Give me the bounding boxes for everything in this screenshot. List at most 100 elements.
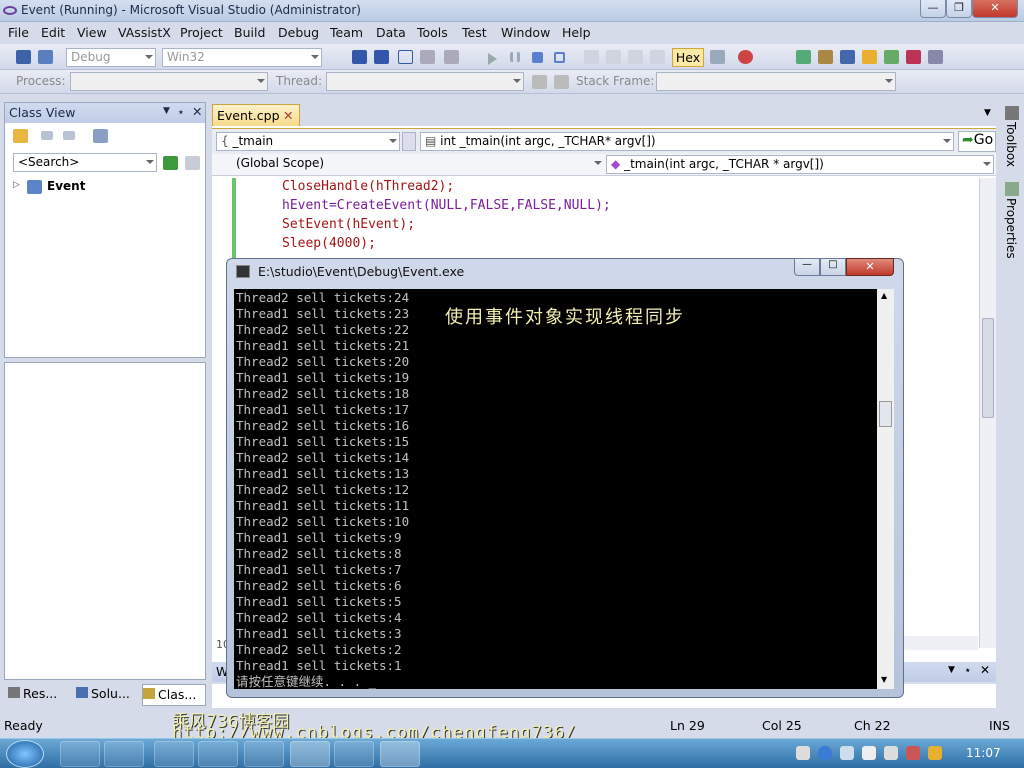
registers-icon[interactable] [840, 50, 855, 64]
console-scroll-thumb[interactable] [879, 401, 892, 427]
scroll-down-icon[interactable]: ▼ [881, 675, 887, 684]
tab-event-cpp[interactable]: Event.cpp ✕ [212, 104, 300, 126]
taskbar-app-msdn[interactable] [244, 741, 284, 767]
modules-icon[interactable] [818, 50, 833, 64]
continue-icon[interactable] [488, 53, 497, 65]
tree-root-event[interactable]: Event [47, 179, 85, 193]
tray-show-hidden-icon[interactable] [862, 746, 876, 760]
restore-button[interactable]: ❐ [946, 0, 972, 18]
tab-resource-view[interactable]: Res... [8, 686, 72, 706]
disassembly-icon[interactable] [884, 50, 899, 64]
menu-build[interactable]: Build [234, 25, 265, 40]
comment-icon[interactable] [398, 50, 413, 64]
menu-test[interactable]: Test [462, 25, 487, 40]
volume-icon[interactable] [884, 746, 898, 760]
console-close-button[interactable]: ✕ [846, 258, 894, 276]
watch-icon[interactable] [710, 50, 725, 64]
menu-window[interactable]: Window [501, 25, 550, 40]
editor-scroll-thumb[interactable] [982, 318, 994, 418]
code-line-1[interactable]: CloseHandle(hThread2); [282, 179, 454, 194]
pin-icon[interactable]: ⋆ [177, 104, 185, 119]
clear-search-icon[interactable] [185, 156, 200, 170]
scope-combo[interactable]: { _tmain [216, 132, 400, 151]
code-line-2[interactable]: hEvent=CreateEvent(NULL,FALSE,FALSE,NULL… [282, 198, 611, 213]
menu-vassistx[interactable]: VAssistX [118, 25, 171, 40]
restart-icon[interactable] [554, 52, 565, 63]
align-icon[interactable] [352, 50, 367, 64]
menu-help[interactable]: Help [562, 25, 591, 40]
step-over-icon[interactable] [606, 50, 621, 64]
save-icon[interactable] [16, 50, 31, 64]
hex-toggle-button[interactable]: Hex [672, 48, 704, 67]
console-minimize-button[interactable]: — [794, 258, 820, 276]
editor-scrollbar[interactable] [979, 178, 996, 648]
member-combo[interactable]: ◆ _tmain(int argc, _TCHAR * argv[]) [606, 155, 994, 174]
security-icon[interactable] [906, 746, 920, 760]
minimize-button[interactable]: — [920, 0, 946, 18]
breakpoints-icon[interactable] [738, 50, 753, 64]
menu-project[interactable]: Project [180, 25, 223, 40]
bookmark-icon[interactable] [420, 50, 435, 64]
options-icon[interactable] [928, 50, 943, 64]
step-into-icon[interactable] [584, 50, 599, 64]
menu-file[interactable]: File [8, 25, 29, 40]
taskbar-app-explorer[interactable] [334, 741, 374, 767]
scroll-up-icon[interactable]: ▲ [881, 291, 887, 300]
scope-splitter[interactable] [402, 132, 416, 151]
process-combo[interactable] [70, 72, 268, 91]
search-input[interactable]: <Search> [13, 153, 157, 172]
spellcheck-icon[interactable] [906, 50, 921, 64]
flag-all-icon[interactable] [554, 75, 569, 89]
threads-icon[interactable] [796, 50, 811, 64]
menu-tools[interactable]: Tools [417, 25, 448, 40]
properties-tab[interactable]: Properties [1004, 198, 1018, 259]
menu-team[interactable]: Team [330, 25, 363, 40]
console-scrollbar[interactable]: ▲ ▼ [877, 289, 894, 689]
taskbar-app-ie[interactable] [104, 741, 144, 767]
function-combo[interactable]: ▤ int _tmain(int argc, _TCHAR* argv[]) [420, 132, 954, 151]
clock[interactable]: 11:07 [966, 746, 1001, 760]
go-button[interactable]: ➦Go [958, 131, 996, 152]
forward-icon[interactable] [63, 131, 75, 140]
start-button[interactable] [6, 740, 44, 768]
help-icon[interactable] [818, 746, 832, 760]
bookmark-next-icon[interactable] [444, 50, 459, 64]
output-dropdown-icon[interactable]: ▼ [948, 665, 955, 675]
save-all-icon[interactable] [38, 50, 53, 64]
show-next-statement-icon[interactable] [650, 50, 665, 64]
close-button[interactable]: ✕ [972, 0, 1018, 18]
menu-data[interactable]: Data [376, 25, 406, 40]
back-icon[interactable] [41, 131, 53, 140]
platform-combo[interactable]: Win32 [162, 48, 322, 67]
taskbar-app-visual-studio[interactable] [290, 741, 330, 767]
keyboard-icon[interactable] [796, 746, 810, 760]
output-close-icon[interactable]: ✕ [980, 663, 990, 677]
editor-hscrollbar[interactable] [900, 636, 978, 650]
step-out-icon[interactable] [628, 50, 643, 64]
toolbox-tab[interactable]: Toolbox [1004, 122, 1018, 167]
global-scope-combo[interactable]: (Global Scope) [216, 155, 604, 174]
menu-debug[interactable]: Debug [278, 25, 319, 40]
expand-icon[interactable]: ▷ [13, 180, 20, 190]
console-maximize-button[interactable]: □ [820, 258, 846, 276]
code-line-3[interactable]: SetEvent(hEvent); [282, 217, 415, 232]
qq-tray-icon[interactable] [928, 746, 942, 760]
search-go-icon[interactable] [163, 156, 178, 170]
taskbar-app-qq2[interactable] [198, 741, 238, 767]
close-tab-icon[interactable]: ✕ [283, 108, 293, 123]
stack-frame-combo[interactable] [656, 72, 896, 91]
taskbar-app-console[interactable] [380, 741, 420, 767]
document-list-icon[interactable]: ▼ [984, 108, 991, 118]
tab-solution-explorer[interactable]: Solu... [76, 686, 140, 706]
folder-icon[interactable] [13, 129, 28, 143]
output-pin-icon[interactable]: ⋆ [964, 663, 972, 677]
indent-icon[interactable] [374, 50, 389, 64]
memory-icon[interactable] [862, 50, 877, 64]
dropdown-arrow-icon[interactable]: ▼ [163, 106, 170, 116]
taskbar-app-qq[interactable] [60, 741, 100, 767]
network-icon[interactable] [840, 746, 854, 760]
flag-icon[interactable] [532, 75, 547, 89]
stop-icon[interactable] [532, 52, 543, 63]
configuration-combo[interactable]: Debug [66, 48, 156, 67]
thread-combo[interactable] [326, 72, 524, 91]
